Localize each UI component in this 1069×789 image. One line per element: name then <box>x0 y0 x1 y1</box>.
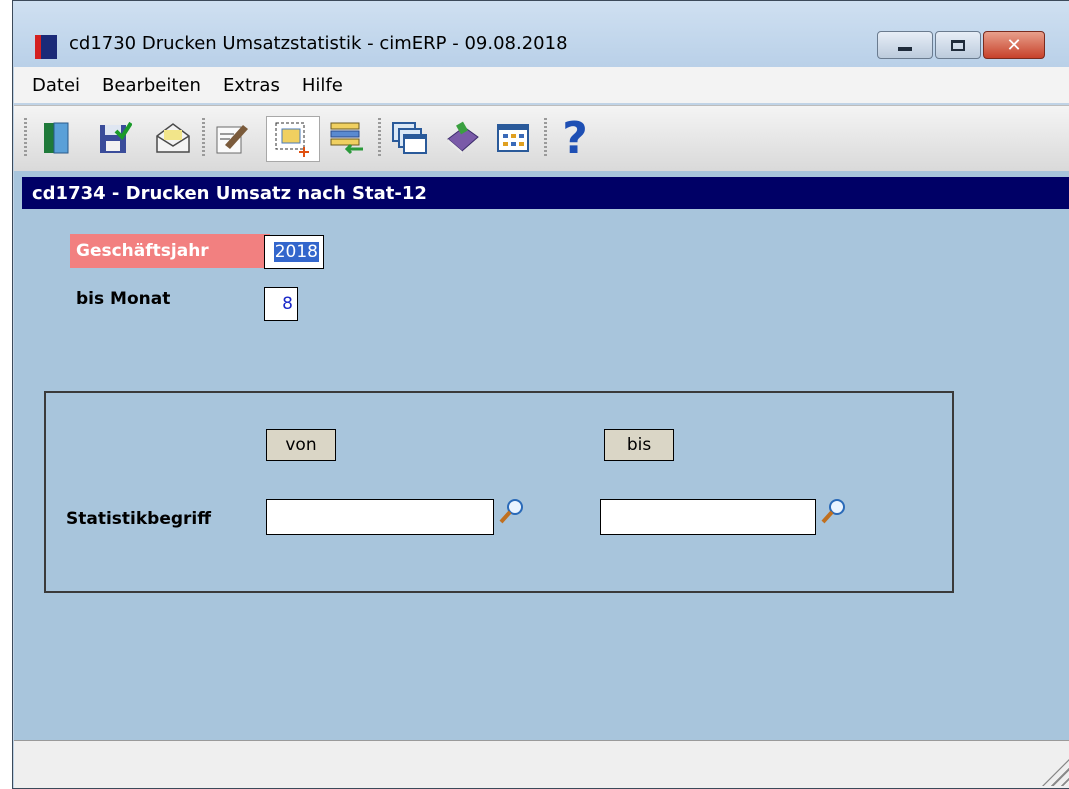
resize-grip-icon[interactable] <box>1042 758 1069 786</box>
statistic-from-input[interactable] <box>266 499 494 535</box>
edit-icon[interactable] <box>212 116 254 160</box>
toolbar-separator <box>202 118 205 158</box>
menu-bar: Datei Bearbeiten Extras Hilfe <box>14 67 1069 103</box>
statistic-term-label: Statistikbegriff <box>66 509 212 529</box>
list-transfer-icon[interactable] <box>326 116 368 160</box>
app-window: cd1730 Drucken Umsatzstatistik - cimERP … <box>12 0 1069 789</box>
help-icon[interactable]: ? <box>554 113 596 164</box>
maximize-icon <box>951 39 965 51</box>
search-icon[interactable] <box>498 497 526 525</box>
range-groupbox: von bis Statistikbegriff <box>44 391 954 593</box>
close-button[interactable]: ✕ <box>983 31 1045 59</box>
to-header: bis <box>604 429 674 461</box>
toolbar-separator <box>378 118 381 158</box>
windows-icon[interactable] <box>388 116 430 160</box>
menu-datei[interactable]: Datei <box>32 75 80 96</box>
mail-icon[interactable] <box>152 116 194 160</box>
month-input[interactable]: 8 <box>264 287 298 321</box>
minimize-icon <box>898 47 912 51</box>
from-header: von <box>266 429 336 461</box>
statistic-to-input[interactable] <box>600 499 816 535</box>
exit-icon[interactable] <box>36 116 78 160</box>
window-title: cd1730 Drucken Umsatzstatistik - cimERP … <box>69 33 568 54</box>
fiscal-year-value: 2018 <box>273 242 319 262</box>
menu-hilfe[interactable]: Hilfe <box>302 75 343 96</box>
title-bar[interactable]: cd1730 Drucken Umsatzstatistik - cimERP … <box>13 1 1069 67</box>
grid-icon[interactable] <box>492 116 534 160</box>
minimize-button[interactable] <box>877 31 933 59</box>
app-logo-icon <box>35 35 57 59</box>
month-label: bis Monat <box>76 289 171 309</box>
maximize-button[interactable] <box>935 31 981 59</box>
form-panel: cd1734 - Drucken Umsatz nach Stat-12 Ges… <box>14 171 1069 741</box>
toolbar-separator <box>544 118 547 158</box>
section-title: cd1734 - Drucken Umsatz nach Stat-12 <box>22 177 1069 209</box>
toolbar-separator <box>24 118 27 158</box>
status-bar <box>14 740 1069 788</box>
fiscal-year-input[interactable]: 2018 <box>264 235 324 269</box>
save-icon[interactable] <box>94 116 136 160</box>
search-icon[interactable] <box>820 497 848 525</box>
book-icon[interactable] <box>442 116 484 160</box>
menu-bearbeiten[interactable]: Bearbeiten <box>102 75 201 96</box>
fiscal-year-label: Geschäftsjahr <box>70 234 270 268</box>
toolbar: ? <box>14 105 1069 173</box>
new-record-icon[interactable] <box>266 116 320 162</box>
menu-extras[interactable]: Extras <box>223 75 280 96</box>
